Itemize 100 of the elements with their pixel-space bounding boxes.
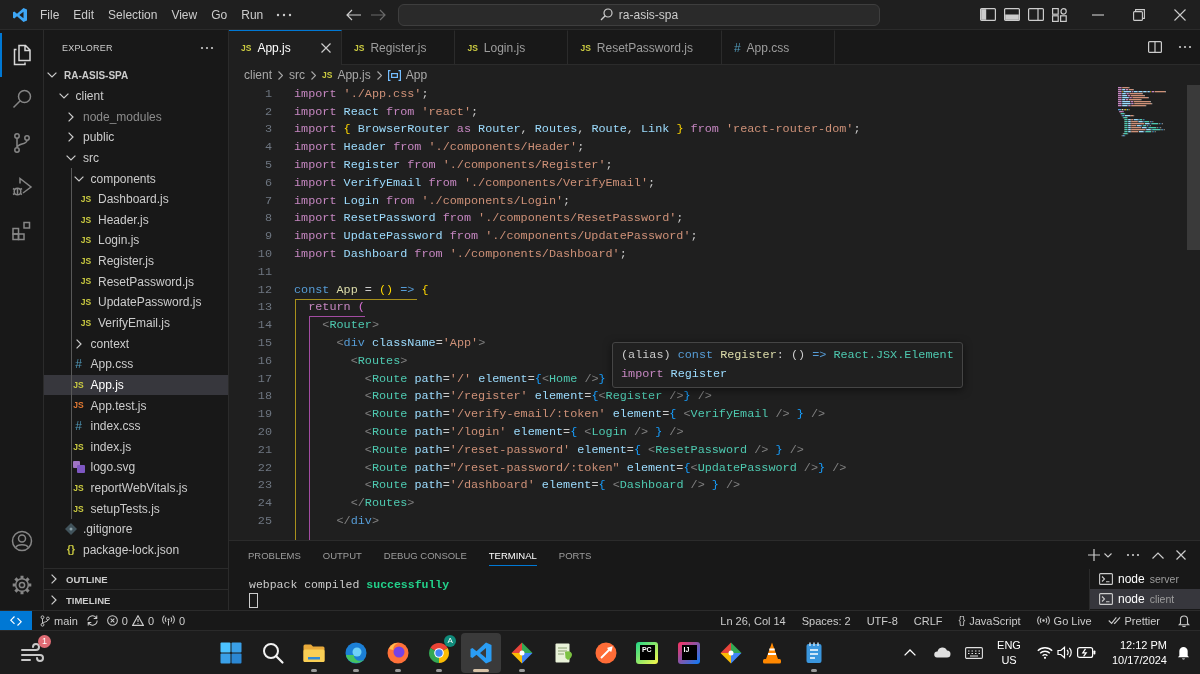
sidebar-section-header[interactable]: OUTLINE	[44, 568, 228, 589]
file-tree-item[interactable]: JS reportWebVitals.js	[44, 477, 228, 499]
breadcrumb-item[interactable]: App	[387, 68, 428, 82]
status-item[interactable]: UTF-8	[866, 611, 898, 630]
customize-layout-icon[interactable]	[1052, 7, 1068, 22]
status-item[interactable]: Spaces: 2	[801, 611, 851, 630]
prettier-button[interactable]: Prettier	[1107, 611, 1160, 630]
chevron-up-icon[interactable]	[1152, 551, 1164, 559]
breadcrumb-item[interactable]: client	[244, 68, 272, 82]
hash-icon: #	[733, 42, 741, 54]
close-icon[interactable]	[1173, 8, 1186, 21]
ports-button[interactable]: 0	[162, 611, 186, 630]
more-icon[interactable]	[276, 11, 293, 18]
scrollbar[interactable]	[1187, 85, 1200, 250]
more-icon[interactable]	[1178, 45, 1192, 49]
menu-item[interactable]: View	[164, 3, 205, 26]
split-editor-icon[interactable]	[1148, 41, 1162, 53]
line-number: 23	[256, 478, 272, 493]
speaker-icon[interactable]	[1056, 646, 1073, 659]
menu-item[interactable]: Run	[234, 3, 271, 26]
file-tree-item[interactable]: JS App.test.js	[44, 395, 228, 416]
status-item[interactable]: CRLF	[913, 611, 943, 630]
folder-tree-item[interactable]: src	[44, 147, 228, 169]
file-tree-item[interactable]: # App.css	[44, 353, 228, 375]
file-tree-item[interactable]: {} package-lock.json	[44, 539, 228, 561]
account-icon[interactable]	[9, 529, 34, 553]
language-mode-button[interactable]: {} JavaScript	[958, 611, 1021, 630]
bell-icon[interactable]	[1177, 645, 1190, 660]
folder-tree-item[interactable]: node_modules	[44, 106, 228, 127]
primary-sidebar-toggle-icon[interactable]	[980, 8, 996, 21]
file-tree-item[interactable]: logo.svg	[44, 457, 228, 478]
panel-tab[interactable]: DEBUG CONSOLE	[383, 544, 467, 566]
file-tree-item[interactable]: JS UpdatePassword.js	[44, 292, 228, 313]
terminal-list-item[interactable]: node client	[1090, 589, 1200, 609]
file-tree-item[interactable]: JS Login.js	[44, 230, 228, 251]
editor-tab[interactable]: JS Login.js	[455, 30, 569, 65]
go-live-button[interactable]: Go Live	[1036, 611, 1092, 630]
menu-item[interactable]: File	[33, 3, 67, 26]
chevron-down-icon[interactable]	[1104, 552, 1112, 558]
line-number: 14	[256, 318, 272, 333]
command-center-search[interactable]: ra-asis-spa	[398, 3, 880, 26]
more-icon[interactable]	[200, 45, 214, 50]
status-item[interactable]: Ln 26, Col 14	[720, 611, 786, 630]
battery-charging-icon[interactable]	[1076, 647, 1096, 658]
file-tree-item[interactable]: JS ResetPassword.js	[44, 271, 228, 293]
editor-tab[interactable]: # App.css	[721, 30, 835, 65]
clock-button[interactable]: 12:12 PM 10/17/2024	[1111, 637, 1167, 668]
terminal-list-item[interactable]: node server	[1090, 569, 1200, 589]
sync-icon[interactable]	[85, 614, 99, 627]
editor-tab[interactable]: JS App.js	[229, 30, 342, 65]
file-tree-item[interactable]: .gitignore	[44, 519, 228, 540]
file-tree-item[interactable]: JS setupTests.js	[44, 498, 228, 520]
close-icon[interactable]	[1176, 550, 1186, 560]
code-line: import ResetPassword from './components/ResetPassword';	[294, 211, 684, 226]
menu-item[interactable]: Edit	[66, 3, 102, 26]
taskbar-button[interactable]	[460, 632, 501, 673]
panel-tab[interactable]: PORTS	[558, 544, 592, 566]
breadcrumb-item[interactable]: src	[289, 68, 305, 82]
code-line: </div>	[336, 514, 379, 528]
file-tree-item[interactable]: # index.css	[44, 415, 228, 437]
menu-item[interactable]: Selection	[101, 3, 165, 26]
code-line: import Register from './components/Register';	[294, 158, 613, 173]
panel-toggle-icon[interactable]	[1004, 8, 1020, 21]
folder-tree-item[interactable]: context	[44, 333, 228, 354]
secondary-sidebar-toggle-icon[interactable]	[1028, 8, 1044, 21]
more-icon[interactable]	[1126, 553, 1140, 557]
remote-button[interactable]	[0, 611, 32, 630]
file-tree-item[interactable]: JS VerifyEmail.js	[44, 312, 228, 334]
folder-tree-item[interactable]: public	[44, 126, 228, 148]
folder-tree-item[interactable]: components	[44, 168, 228, 189]
wifi-icon[interactable]	[1036, 646, 1053, 659]
minimap[interactable]	[1118, 86, 1168, 138]
forward-arrow-icon[interactable]	[370, 8, 386, 21]
folder-tree-item[interactable]: client	[44, 85, 228, 107]
file-tree-item[interactable]: JS App.js	[44, 374, 228, 396]
keyboard-icon[interactable]	[965, 646, 984, 659]
restore-icon[interactable]	[1132, 8, 1145, 21]
file-tree-item[interactable]: JS index.js	[44, 436, 228, 458]
file-tree-item[interactable]: JS Register.js	[44, 250, 228, 272]
back-arrow-icon[interactable]	[346, 8, 362, 21]
orb-icon	[385, 640, 410, 665]
editor-tab[interactable]: JS Register.js	[342, 30, 456, 65]
minimize-icon[interactable]	[1091, 13, 1104, 16]
cloud-icon[interactable]	[933, 647, 952, 658]
branch-button[interactable]: main	[40, 611, 78, 630]
breadcrumb-item[interactable]: JS App.js	[322, 68, 371, 82]
panel-tab[interactable]: OUTPUT	[322, 544, 362, 566]
menu-item[interactable]: Go	[204, 3, 235, 26]
panel-tab[interactable]: TERMINAL	[488, 544, 537, 566]
file-tree-item[interactable]: JS Dashboard.js	[44, 188, 228, 210]
editor-tab[interactable]: JS ResetPassword.js	[568, 30, 722, 65]
input-language-button[interactable]: ENG US	[997, 637, 1021, 668]
problems-button[interactable]: 0 0	[106, 611, 155, 630]
panel-tab[interactable]: PROBLEMS	[248, 544, 301, 566]
bell-icon[interactable]	[1178, 614, 1190, 627]
close-icon[interactable]	[321, 43, 331, 53]
plus-icon[interactable]	[1088, 549, 1100, 561]
folder-tree-item[interactable]: RA-ASIS-SPA	[44, 65, 228, 86]
file-tree-item[interactable]: JS Header.js	[44, 209, 228, 231]
taskbar-button[interactable]: A	[419, 632, 460, 673]
